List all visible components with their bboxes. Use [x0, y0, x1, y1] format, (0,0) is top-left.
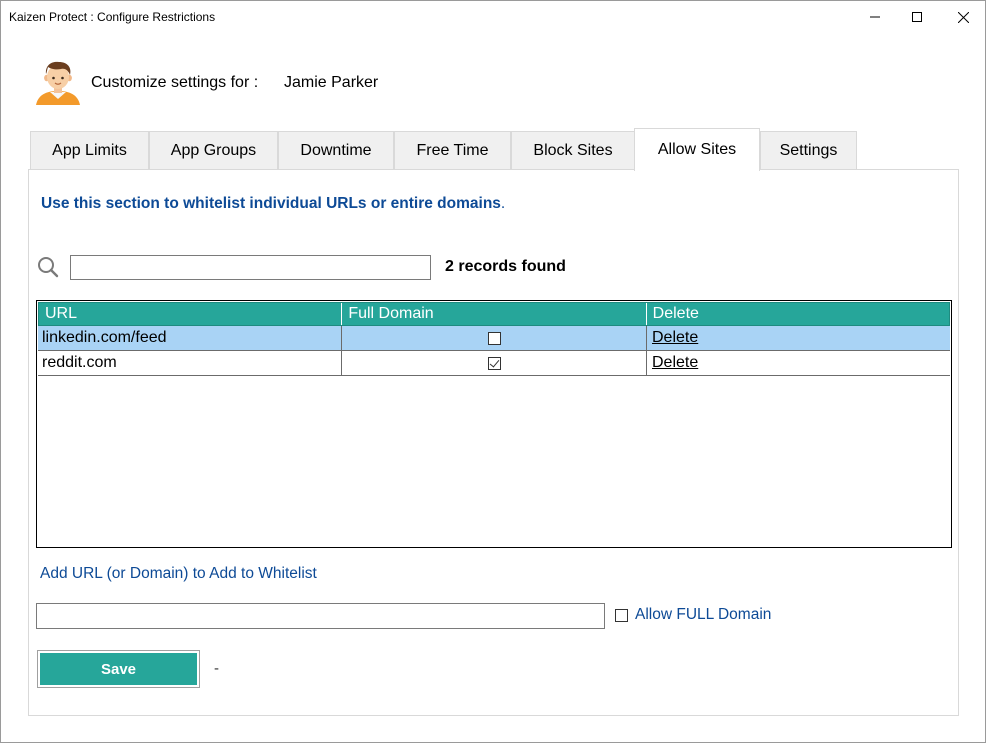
minimize-button[interactable] — [852, 1, 898, 33]
window-title: Kaizen Protect : Configure Restrictions — [9, 10, 216, 24]
add-url-input[interactable] — [36, 603, 605, 629]
status-text: - — [214, 660, 219, 677]
save-button-frame: Save — [37, 650, 200, 688]
customize-label: Customize settings for : — [91, 74, 259, 91]
allow-full-domain-option[interactable]: Allow FULL Domain — [615, 606, 771, 624]
maximize-icon — [912, 12, 922, 22]
tab-downtime[interactable]: Downtime — [278, 131, 394, 170]
allow-full-domain-checkbox[interactable] — [615, 608, 628, 622]
delete-link[interactable]: Delete — [652, 329, 698, 346]
allow-full-domain-label[interactable]: Allow FULL Domain — [635, 606, 771, 624]
intro-text-period: . — [500, 195, 506, 212]
intro-text: Use this section to whitelist individual… — [41, 195, 505, 213]
person-avatar-icon — [36, 61, 80, 105]
column-header-delete[interactable]: Delete — [647, 303, 949, 325]
full-domain-cell[interactable] — [342, 351, 647, 375]
records-found-count: 2 records found — [445, 258, 566, 275]
tab-settings[interactable]: Settings — [760, 131, 857, 170]
maximize-button[interactable] — [894, 1, 940, 33]
url-cell[interactable]: reddit.com — [38, 351, 342, 375]
tab-allow-sites[interactable]: Allow Sites — [634, 128, 760, 171]
add-url-label: Add URL (or Domain) to Add to Whitelist — [40, 565, 317, 582]
delete-link[interactable]: Delete — [652, 354, 698, 371]
intro-text-main: Use this section to whitelist individual… — [41, 195, 501, 212]
column-header-url[interactable]: URL — [39, 303, 343, 325]
search-icon — [38, 257, 59, 278]
column-header-full-domain[interactable]: Full Domain — [342, 303, 647, 325]
title-bar: Kaizen Protect : Configure Restrictions — [1, 1, 985, 33]
table-row[interactable]: reddit.com Delete — [38, 351, 950, 376]
grid-header: URL Full Domain Delete — [38, 302, 950, 326]
delete-cell: Delete — [647, 351, 950, 375]
table-row[interactable]: linkedin.com/feed Delete — [38, 326, 950, 351]
delete-cell: Delete — [647, 326, 950, 350]
tab-free-time[interactable]: Free Time — [394, 131, 511, 170]
minimize-icon — [870, 16, 880, 18]
full-domain-checkbox[interactable] — [487, 356, 501, 370]
full-domain-checkbox[interactable] — [487, 331, 501, 345]
tab-app-limits[interactable]: App Limits — [30, 131, 149, 170]
close-icon — [957, 11, 969, 23]
save-button[interactable]: Save — [40, 653, 197, 685]
tab-app-groups[interactable]: App Groups — [149, 131, 278, 170]
whitelist-grid[interactable]: URL Full Domain Delete linkedin.com/feed… — [36, 300, 952, 548]
tab-block-sites[interactable]: Block Sites — [511, 131, 635, 170]
url-cell[interactable]: linkedin.com/feed — [38, 326, 342, 350]
full-domain-cell[interactable] — [342, 326, 647, 350]
close-button[interactable] — [940, 1, 986, 33]
search-input[interactable] — [70, 255, 431, 280]
user-name: Jamie Parker — [284, 74, 379, 91]
